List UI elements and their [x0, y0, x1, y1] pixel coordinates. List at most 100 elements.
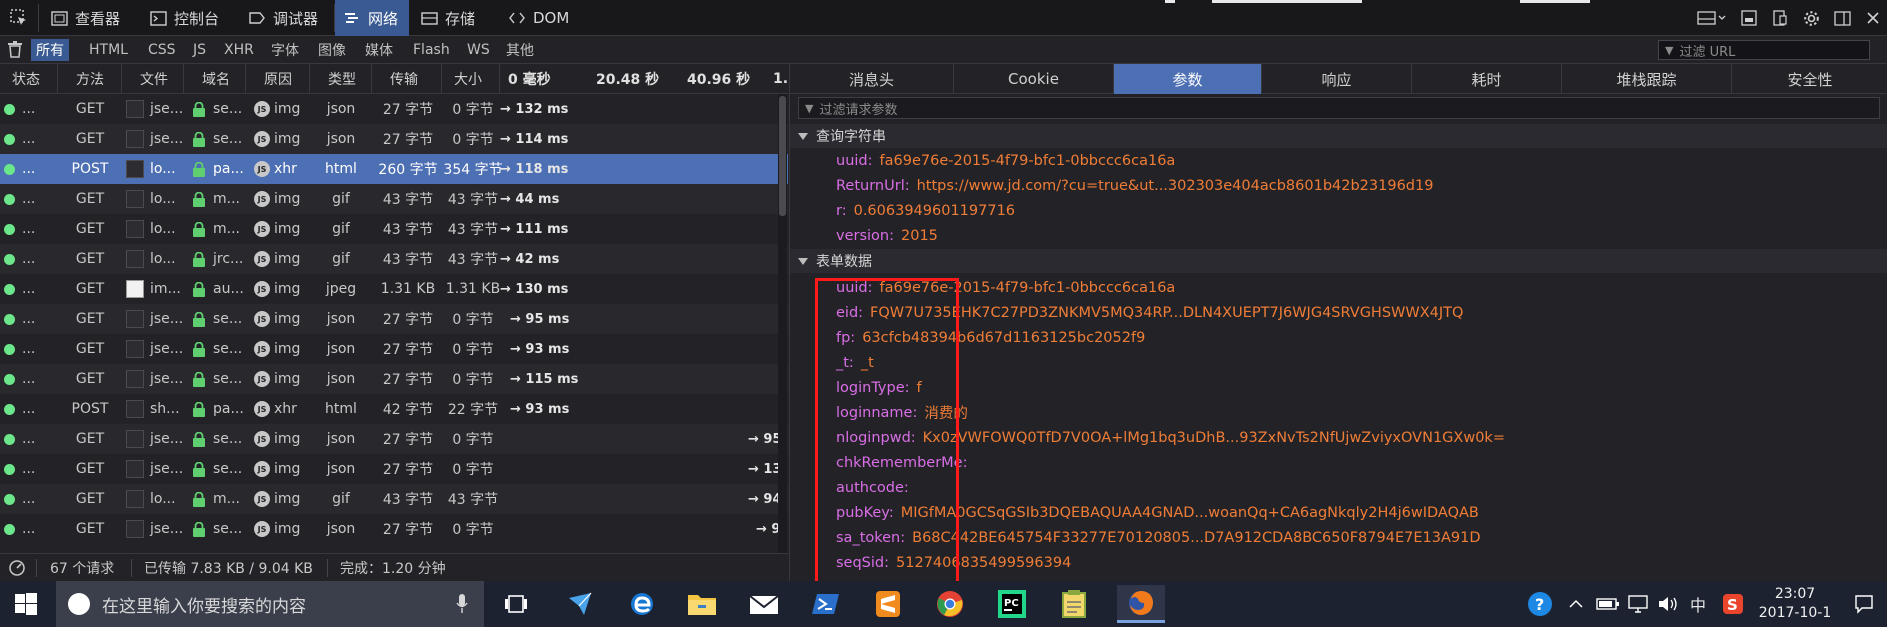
table-row[interactable]: ... POST sh... pa... JS xhr html 42 字节 22 字节 → 93… — [0, 394, 788, 424]
form-param[interactable]: eid: FQW7U735EHK7C27PD3ZNKMV5MQ34RP...DLN… — [836, 300, 1463, 325]
notepad-app-icon[interactable] — [1053, 585, 1095, 623]
tab-response[interactable]: 响应 — [1262, 64, 1412, 94]
microphone-icon[interactable] — [456, 594, 468, 614]
query-param[interactable]: uuid: fa69e76e-2015-4f79-bfc1-0bbccc6ca16… — [836, 148, 1175, 173]
table-row[interactable]: ... GET im... au... JS img jpeg 1.31 KB 1.31 KB →… — [0, 274, 788, 304]
gear-icon[interactable] — [1797, 4, 1825, 32]
network-monitor-icon[interactable] — [1627, 581, 1649, 627]
volume-icon[interactable] — [1657, 581, 1679, 627]
taskbar-search-box[interactable]: 在这里输入你要搜索的内容 — [56, 581, 484, 627]
tab-dom[interactable]: DOM — [500, 0, 580, 36]
filter-flash[interactable]: Flash — [408, 39, 455, 61]
table-row[interactable]: ... GET jse... se... JS img json 27 字节 0 字节 → 93 … — [0, 334, 788, 364]
scrollbar-thumb[interactable] — [779, 96, 786, 216]
table-row[interactable]: ... GET jse... se... JS img json 27 字节 0 字节 → 114… — [0, 124, 788, 154]
tab-headers[interactable]: 消息头 — [790, 64, 954, 94]
tab-security[interactable]: 安全性 — [1732, 64, 1887, 94]
tab-console[interactable]: 控制台 — [141, 0, 233, 36]
filter-ws[interactable]: WS — [462, 39, 495, 61]
column-cause[interactable]: 原因 — [246, 64, 310, 94]
windows-start-icon[interactable] — [0, 581, 52, 627]
column-waterfall[interactable]: 0 毫秒 — [500, 64, 590, 94]
table-row[interactable]: ... POST lo... pa... JS xhr html 260 字节 354 字节 → … — [0, 154, 788, 184]
filter-media[interactable]: 媒体 — [360, 39, 398, 61]
query-param[interactable]: ReturnUrl: https://www.jd.com/?cu=true&ut… — [836, 173, 1433, 198]
action-center-icon[interactable] — [1854, 581, 1874, 627]
form-param[interactable]: loginname: 消费的 — [836, 400, 968, 425]
table-row[interactable]: ... GET jse... se... JS img json 27 字节 0 字节 → 115… — [0, 364, 788, 394]
filter-xhr[interactable]: XHR — [219, 39, 259, 61]
firefox-browser-icon[interactable] — [1117, 585, 1165, 623]
params-filter-input[interactable]: ▼ 过滤请求参数 — [798, 97, 1880, 119]
tab-cookies[interactable]: Cookie — [954, 64, 1114, 94]
reload-performance-icon[interactable] — [8, 554, 26, 582]
query-param[interactable]: r: 0.6063949601197716 — [836, 198, 1015, 223]
mail-envelope-icon[interactable] — [743, 585, 785, 623]
sogou-ime-icon[interactable]: S — [1722, 581, 1744, 627]
tab-network[interactable]: 网络 — [335, 0, 409, 36]
form-param[interactable]: uuid: fa69e76e-2015-4f79-bfc1-0bbccc6ca16… — [836, 275, 1175, 300]
powershell-icon[interactable] — [805, 585, 847, 623]
responsive-design-icon[interactable] — [1766, 4, 1794, 32]
request-list-scrollbar[interactable] — [778, 94, 787, 553]
table-row[interactable]: ... GET lo... m... JS img gif 43 字节 43 字节 → 44 ms — [0, 184, 788, 214]
filter-js[interactable]: JS — [188, 39, 211, 61]
tab-timings[interactable]: 耗时 — [1412, 64, 1562, 94]
table-row[interactable]: ... GET jse... se... JS img json 27 字节 0 字节 → 95 … — [0, 304, 788, 334]
column-size[interactable]: 大小 — [442, 64, 500, 94]
table-row[interactable]: ... GET lo... jrc... JS img gif 43 字节 43 字节 → 42 … — [0, 244, 788, 274]
dock-layout-icon[interactable] — [1692, 4, 1732, 32]
file-explorer-icon[interactable] — [681, 585, 723, 623]
form-param[interactable]: sa_token: B68C442BE645754F33277E70120805.… — [836, 525, 1480, 550]
form-param[interactable]: loginType: f — [836, 375, 922, 400]
edge-browser-icon[interactable] — [621, 585, 663, 623]
form-param[interactable]: pubKey: MIGfMA0GCSqGSIb3DQEBAQUAA4GNAD...… — [836, 500, 1479, 525]
trash-icon[interactable] — [7, 41, 23, 58]
battery-icon[interactable] — [1596, 581, 1620, 627]
query-string-section[interactable]: 查询字符串 — [790, 124, 1887, 148]
pycharm-icon[interactable]: PC — [991, 585, 1033, 623]
query-param[interactable]: version: 2015 — [836, 223, 938, 248]
form-param[interactable]: nloginpwd: Kx0zVWFOWQ0TfD7V0OA+lMg1bq3uDh… — [836, 425, 1505, 450]
tab-stack-trace[interactable]: 堆栈跟踪 — [1562, 64, 1732, 94]
filter-css[interactable]: CSS — [143, 39, 181, 61]
chevron-up-icon[interactable] — [1568, 581, 1584, 627]
filter-images[interactable]: 图像 — [313, 39, 351, 61]
system-clock[interactable]: 23:07 2017-10-1 — [1750, 585, 1840, 623]
close-icon[interactable] — [1859, 4, 1887, 32]
form-param[interactable]: authcode: — [836, 475, 916, 500]
tab-params[interactable]: 参数 — [1114, 64, 1262, 94]
chrome-browser-icon[interactable] — [929, 585, 971, 623]
table-row[interactable]: ... GET lo... m... JS img gif 43 字节 43 字节 → 94 — [0, 484, 788, 514]
form-param[interactable]: fp: 63cfcb48394b6d67d1163125bc2052f9 — [836, 325, 1145, 350]
tab-debugger[interactable]: 调试器 — [240, 0, 332, 36]
split-console-icon[interactable] — [1735, 4, 1763, 32]
tab-storage[interactable]: 存储 — [412, 0, 496, 36]
sublime-text-icon[interactable] — [867, 585, 909, 623]
dock-side-icon[interactable] — [1828, 4, 1856, 32]
element-picker-icon[interactable] — [2, 4, 36, 32]
column-domain[interactable]: 域名 — [184, 64, 246, 94]
column-type[interactable]: 类型 — [310, 64, 372, 94]
table-row[interactable]: ... GET lo... m... JS img gif 43 字节 43 字节 → 111 m… — [0, 214, 788, 244]
help-icon[interactable]: ? — [1527, 581, 1553, 627]
table-row[interactable]: ... GET jse... se... JS img json 27 字节 0 字节 → 95 — [0, 424, 788, 454]
column-file[interactable]: 文件 — [122, 64, 184, 94]
table-row[interactable]: ... GET jse... se... JS img json 27 字节 0 字节 → 9 — [0, 514, 788, 544]
url-filter-input[interactable]: ▼ 过滤 URL — [1658, 40, 1870, 60]
form-param[interactable]: seqSid: 5127406835499596394 — [836, 550, 1071, 575]
form-param[interactable]: chkRememberMe: — [836, 450, 974, 475]
tab-inspector[interactable]: 查看器 — [42, 0, 134, 36]
column-status[interactable]: 状态 — [0, 64, 58, 94]
filter-html[interactable]: HTML — [84, 39, 133, 61]
column-transferred[interactable]: 传输 — [372, 64, 442, 94]
table-row[interactable]: ... GET jse... se... JSimg json 27 字节 0 字节 → 132 — [0, 454, 788, 484]
form-data-section[interactable]: 表单数据 — [790, 249, 1887, 273]
ime-indicator[interactable]: 中 — [1690, 581, 1706, 627]
filter-other[interactable]: 其他 — [501, 39, 539, 61]
filter-all[interactable]: 所有 — [31, 39, 69, 61]
mail-bird-app-icon[interactable] — [559, 585, 601, 623]
filter-fonts[interactable]: 字体 — [266, 39, 304, 61]
form-param[interactable]: _t: _t — [836, 350, 874, 375]
table-row[interactable]: ... GET jse... se... JS img json 27 字节 0 字节 → 132… — [0, 94, 788, 124]
